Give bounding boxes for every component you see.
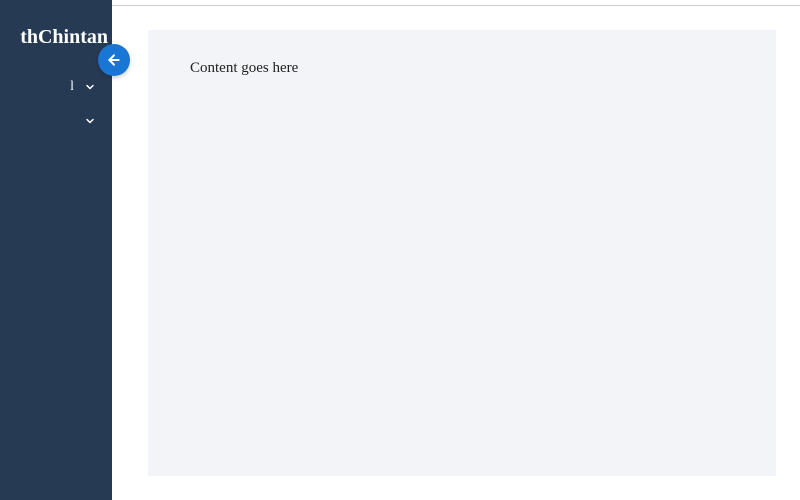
content-panel: Content goes here <box>148 30 776 476</box>
content-placeholder-text: Content goes here <box>190 60 298 76</box>
chevron-down-icon <box>84 115 96 127</box>
sidebar-item-1[interactable] <box>0 105 112 137</box>
main-area: Content goes here <box>112 6 800 500</box>
sidebar-item-label: l <box>4 79 74 95</box>
sidebar-toggle-button[interactable] <box>98 44 130 76</box>
chevron-down-icon <box>84 81 96 93</box>
sidebar: thChintan l <box>0 0 112 500</box>
arrow-left-icon <box>106 52 122 68</box>
sidebar-item-0[interactable]: l <box>0 69 112 105</box>
topbar <box>0 0 800 6</box>
brand-title: thChintan <box>0 20 112 69</box>
